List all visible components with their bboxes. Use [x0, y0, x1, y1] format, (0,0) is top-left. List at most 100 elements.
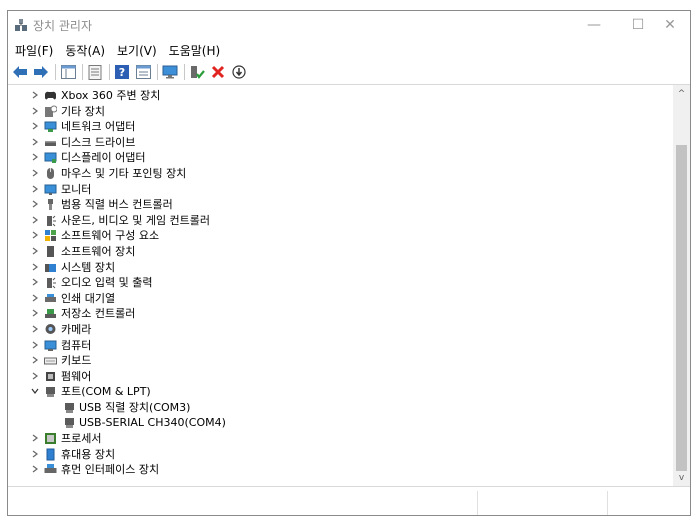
tree-category-item[interactable]: 펌웨어 [8, 369, 673, 385]
chevron-right-icon[interactable] [30, 167, 40, 179]
tree-category-item[interactable]: 디스플레이 어댑터 [8, 150, 673, 166]
monitor-icon [162, 65, 178, 79]
scroll-up-button[interactable]: ^ [673, 85, 690, 102]
chevron-right-icon[interactable] [30, 292, 40, 304]
tree-category-item[interactable]: Xbox 360 주변 장치 [8, 88, 673, 104]
chevron-right-icon[interactable] [30, 307, 40, 319]
chevron-right-icon[interactable] [30, 183, 40, 195]
port-icon [46, 387, 55, 398]
tree-child-item[interactable]: USB 직렬 장치(COM3) [8, 400, 673, 416]
chevron-right-icon[interactable] [30, 120, 40, 132]
minimize-button[interactable]: — [572, 11, 616, 39]
chevron-right-icon[interactable] [30, 245, 40, 257]
tree-category-item[interactable]: 마우스 및 기타 포인팅 장치 [8, 166, 673, 182]
chevron-right-icon[interactable] [30, 323, 40, 335]
chevron-right-icon[interactable] [30, 276, 40, 288]
tree-category-item[interactable]: 시스템 장치 [8, 260, 673, 276]
tree-item-label: USB 직렬 장치(COM3) [79, 400, 191, 414]
help-button[interactable]: ? [113, 63, 131, 81]
tree-category-item[interactable]: 휴대용 장치 [8, 447, 673, 463]
tree-item-label: Xbox 360 주변 장치 [61, 89, 161, 102]
uninstall-icon [211, 65, 225, 79]
title-bar[interactable]: 장치 관리자 — ☐ ✕ [8, 11, 690, 39]
tree-category-item[interactable]: 네트워크 어댑터 [8, 119, 673, 135]
device-tree: Xbox 360 주변 장치기타 장치 네트워크 어댑터 디스크 드라이브 디스플레이… [8, 88, 673, 478]
tree-category-item[interactable]: 범용 직렬 버스 컨트롤러 [8, 197, 673, 213]
chevron-right-icon[interactable] [30, 448, 40, 460]
tree-category-item[interactable]: 카메라 [8, 322, 673, 338]
tree-item-label: 범용 직렬 버스 컨트롤러 [61, 198, 173, 212]
enable-device-button[interactable] [188, 63, 206, 81]
unknown-device-icon [45, 105, 57, 117]
forward-button[interactable] [32, 63, 50, 81]
view-button[interactable] [134, 63, 152, 81]
tree-category-item[interactable]: 저장소 컨트롤러 [8, 306, 673, 322]
chevron-down-icon[interactable] [30, 385, 40, 397]
device-tree-pane[interactable]: Xbox 360 주변 장치기타 장치 네트워크 어댑터 디스크 드라이브 디스플레이… [8, 84, 690, 487]
tree-category-item[interactable]: 프로세서 [8, 431, 673, 447]
chevron-right-icon[interactable] [30, 354, 40, 366]
chevron-right-icon[interactable] [30, 370, 40, 382]
tree-item-label: 인쇄 대기열 [61, 291, 116, 305]
portable-device-icon [46, 448, 55, 461]
computer-icon [44, 340, 57, 351]
tree-item-label: 소프트웨어 구성 요소 [61, 229, 160, 243]
tree-category-item[interactable]: 모니터 [8, 182, 673, 198]
chevron-right-icon[interactable] [30, 136, 40, 148]
chevron-right-icon[interactable] [30, 105, 40, 117]
chevron-right-icon[interactable] [30, 214, 40, 226]
tree-item-label: 저장소 컨트롤러 [61, 307, 136, 321]
tree-item-label: 포트(COM & LPT) [61, 385, 151, 399]
back-button[interactable] [11, 63, 29, 81]
menu-file[interactable]: 파일(F) [8, 39, 58, 59]
keyboard-icon [44, 357, 57, 365]
tree-category-item[interactable]: 컴퓨터 [8, 338, 673, 354]
tree-item-label: 기타 장치 [61, 104, 105, 118]
tree-category-item[interactable]: 소프트웨어 구성 요소 [8, 228, 673, 244]
tree-item-label: 휴대용 장치 [61, 447, 116, 461]
tree-item-label: 펌웨어 [61, 369, 92, 383]
properties-icon [88, 64, 102, 80]
tree-category-item[interactable]: 휴먼 인터페이스 장치 [8, 462, 673, 478]
tree-item-label: 디스플레이 어댑터 [61, 151, 146, 165]
chevron-right-icon[interactable] [30, 89, 40, 101]
chevron-right-icon[interactable] [30, 261, 40, 273]
menu-action[interactable]: 동작(A) [58, 39, 110, 59]
menu-view[interactable]: 보기(V) [110, 39, 162, 59]
vertical-scrollbar[interactable]: ^ v [673, 85, 690, 486]
chevron-right-icon[interactable] [30, 151, 40, 163]
chevron-right-icon[interactable] [30, 463, 40, 475]
tree-category-item[interactable]: 사운드, 비디오 및 게임 컨트롤러 [8, 213, 673, 229]
scroll-thumb[interactable] [676, 145, 687, 471]
tree-category-item[interactable]: 키보드 [8, 353, 673, 369]
network-icon [44, 121, 57, 133]
chevron-right-icon[interactable] [30, 229, 40, 241]
properties-button[interactable] [86, 63, 104, 81]
software-device-icon [47, 245, 54, 257]
tree-category-item[interactable]: 포트(COM & LPT) [8, 384, 673, 400]
tree-child-item[interactable]: USB-SERIAL CH340(COM4) [8, 415, 673, 431]
close-button[interactable]: ✕ [648, 11, 692, 39]
chevron-right-icon[interactable] [30, 432, 40, 444]
scroll-down-button[interactable]: v [673, 469, 690, 486]
tree-category-item[interactable]: 소프트웨어 장치 [8, 244, 673, 260]
tree-category-item[interactable]: 인쇄 대기열 [8, 291, 673, 307]
show-hide-console-tree-button[interactable] [59, 63, 77, 81]
mouse-icon [47, 167, 54, 179]
monitor-icon [44, 184, 57, 195]
gamepad-icon [45, 91, 56, 100]
menu-help[interactable]: 도움말(H) [162, 39, 226, 59]
tree-category-item[interactable]: 오디오 입력 및 출력 [8, 275, 673, 291]
toolbar-separator [109, 64, 110, 80]
port-icon [65, 418, 74, 429]
minimize-icon: — [587, 17, 601, 33]
chevron-right-icon[interactable] [30, 198, 40, 210]
storage-controller-icon [45, 309, 56, 319]
tree-category-item[interactable]: 디스크 드라이브 [8, 135, 673, 151]
scan-hardware-button[interactable] [230, 63, 248, 81]
sound-icon [47, 215, 56, 227]
chevron-right-icon[interactable] [30, 339, 40, 351]
tree-category-item[interactable]: 기타 장치 [8, 104, 673, 120]
scan-monitor-button[interactable] [161, 63, 179, 81]
uninstall-button[interactable] [209, 63, 227, 81]
